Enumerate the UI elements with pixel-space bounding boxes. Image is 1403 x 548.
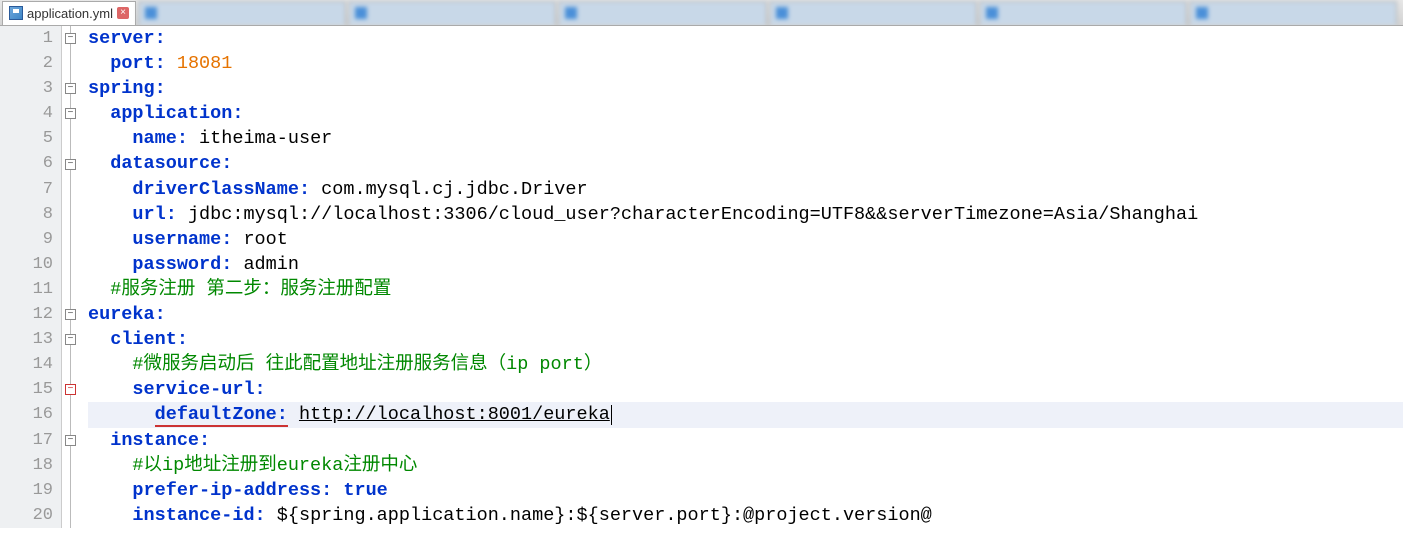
fold-toggle[interactable]: − — [65, 435, 76, 446]
code-line[interactable]: instance: — [88, 428, 1403, 453]
fold-toggle[interactable]: − — [65, 33, 76, 44]
code-line[interactable]: prefer-ip-address: true — [88, 478, 1403, 503]
close-icon[interactable]: × — [117, 7, 129, 19]
line-number: 2 — [0, 51, 53, 76]
line-number: 17 — [0, 428, 53, 453]
save-icon — [9, 6, 23, 20]
line-number: 7 — [0, 177, 53, 202]
line-number: 6 — [0, 151, 53, 176]
code-line[interactable]: server: — [88, 26, 1403, 51]
code-line[interactable]: defaultZone: http://localhost:8001/eurek… — [88, 402, 1403, 427]
code-line[interactable]: #微服务启动后 往此配置地址注册服务信息（ip port） — [88, 352, 1403, 377]
code-line[interactable]: username: root — [88, 227, 1403, 252]
tab-blurred[interactable] — [348, 1, 556, 25]
code-line[interactable]: instance-id: ${spring.application.name}:… — [88, 503, 1403, 528]
code-line[interactable]: password: admin — [88, 252, 1403, 277]
tab-blurred[interactable] — [138, 1, 346, 25]
line-number: 3 — [0, 76, 53, 101]
fold-toggle[interactable]: − — [65, 108, 76, 119]
line-number: 15 — [0, 377, 53, 402]
code-line[interactable]: spring: — [88, 76, 1403, 101]
line-number: 11 — [0, 277, 53, 302]
code-line[interactable]: application: — [88, 101, 1403, 126]
line-number: 1 — [0, 26, 53, 51]
code-line[interactable]: eureka: — [88, 302, 1403, 327]
code-line[interactable]: service-url: — [88, 377, 1403, 402]
tab-blurred[interactable] — [979, 1, 1187, 25]
line-number: 8 — [0, 202, 53, 227]
editor: 1234567891011121314151617181920 −−−−−−−−… — [0, 26, 1403, 528]
tab-active[interactable]: application.yml × — [2, 1, 136, 25]
line-number: 4 — [0, 101, 53, 126]
line-number: 19 — [0, 478, 53, 503]
line-number: 5 — [0, 126, 53, 151]
tab-blurred[interactable] — [1189, 1, 1397, 25]
tab-bar: application.yml × — [0, 0, 1403, 26]
code-line[interactable]: driverClassName: com.mysql.cj.jdbc.Drive… — [88, 177, 1403, 202]
line-number: 13 — [0, 327, 53, 352]
line-number: 16 — [0, 402, 53, 427]
fold-column: − − − − − − − − — [62, 26, 86, 528]
code-line[interactable]: url: jdbc:mysql://localhost:3306/cloud_u… — [88, 202, 1403, 227]
code-line[interactable]: client: — [88, 327, 1403, 352]
tab-blurred[interactable] — [769, 1, 977, 25]
fold-toggle[interactable]: − — [65, 309, 76, 320]
line-number: 20 — [0, 503, 53, 528]
code-line[interactable]: port: 18081 — [88, 51, 1403, 76]
line-gutter: 1234567891011121314151617181920 — [0, 26, 62, 528]
code-line[interactable]: datasource: — [88, 151, 1403, 176]
tab-blurred[interactable] — [558, 1, 766, 25]
line-number: 12 — [0, 302, 53, 327]
code-line[interactable]: name: itheima-user — [88, 126, 1403, 151]
code-line[interactable]: #以ip地址注册到eureka注册中心 — [88, 453, 1403, 478]
code-area[interactable]: server: port: 18081spring: application: … — [86, 26, 1403, 528]
fold-toggle[interactable]: − — [65, 334, 76, 345]
tab-label: application.yml — [27, 6, 113, 21]
line-number: 10 — [0, 252, 53, 277]
line-number: 14 — [0, 352, 53, 377]
line-number: 18 — [0, 453, 53, 478]
code-line[interactable]: #服务注册 第二步：服务注册配置 — [88, 277, 1403, 302]
fold-toggle[interactable]: − — [65, 159, 76, 170]
fold-toggle[interactable]: − — [65, 384, 76, 395]
line-number: 9 — [0, 227, 53, 252]
fold-toggle[interactable]: − — [65, 83, 76, 94]
